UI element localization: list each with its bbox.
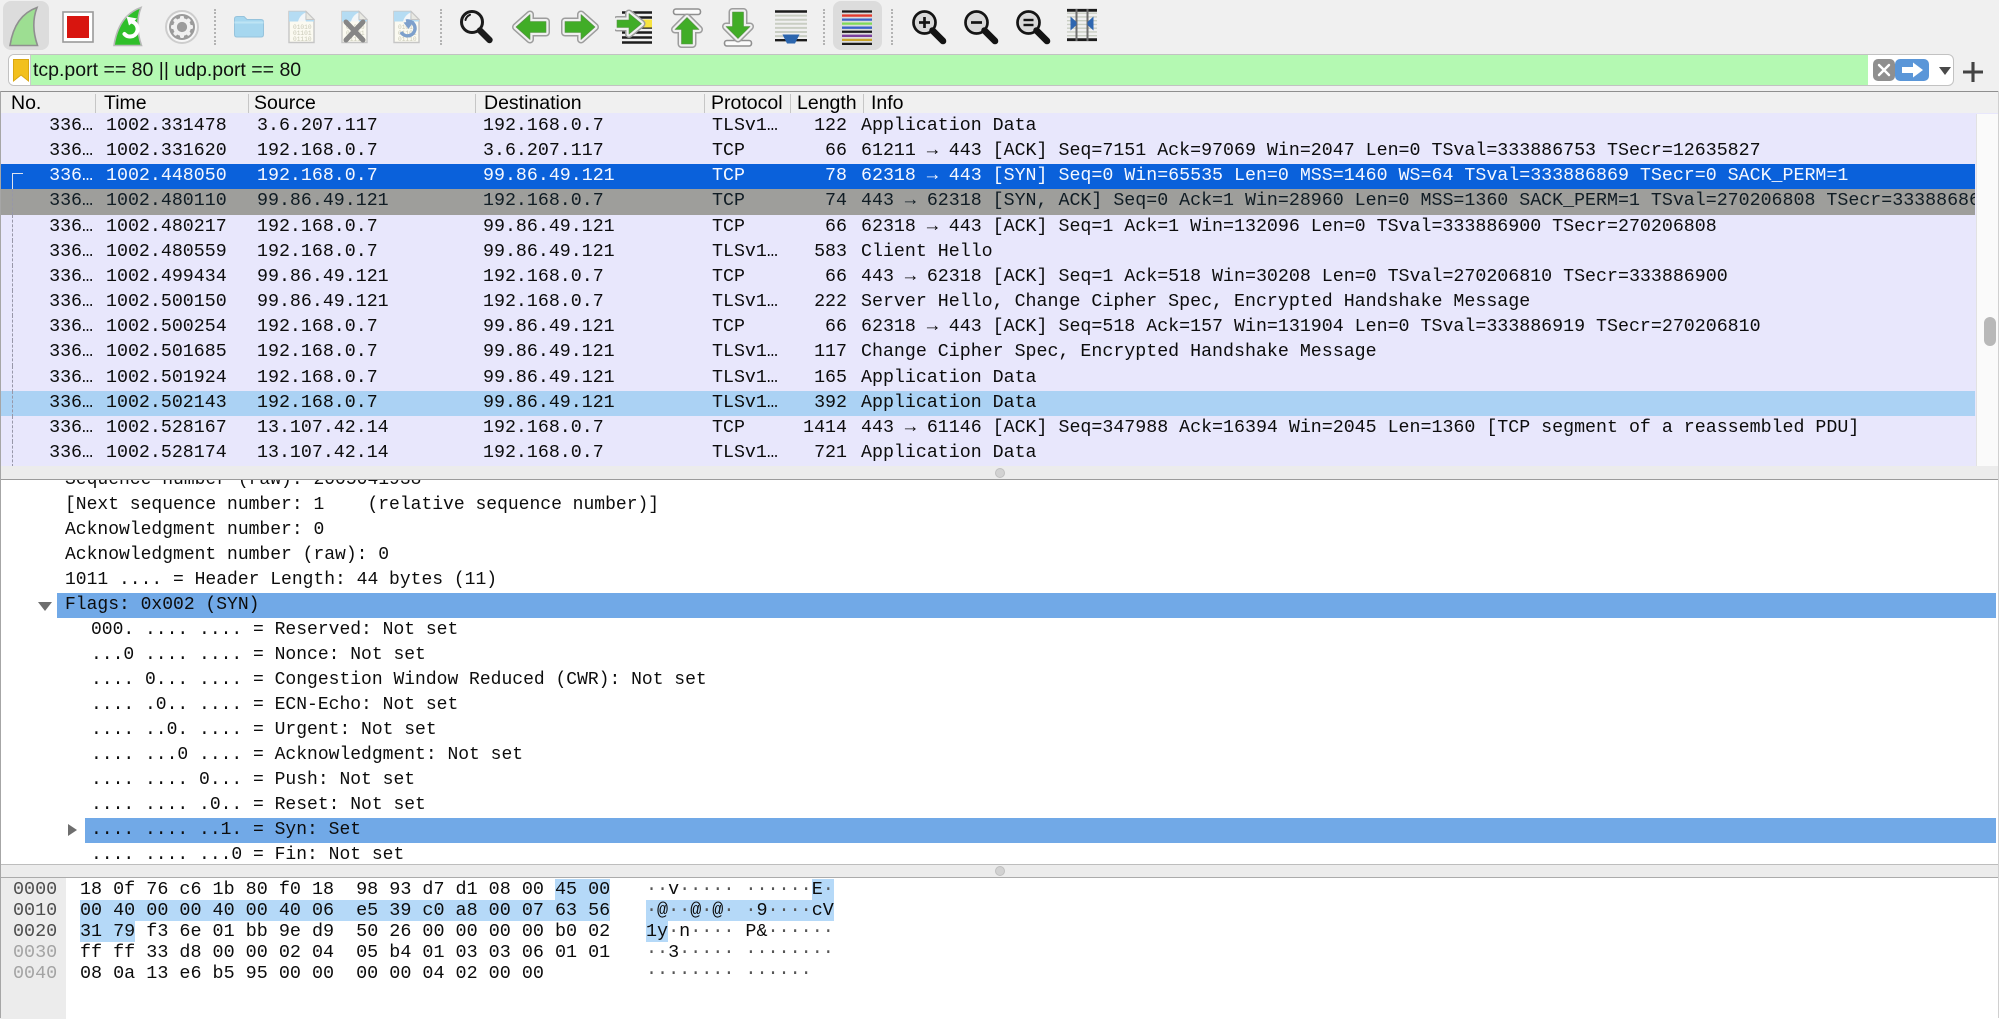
svg-text:01110: 01110: [293, 36, 312, 43]
